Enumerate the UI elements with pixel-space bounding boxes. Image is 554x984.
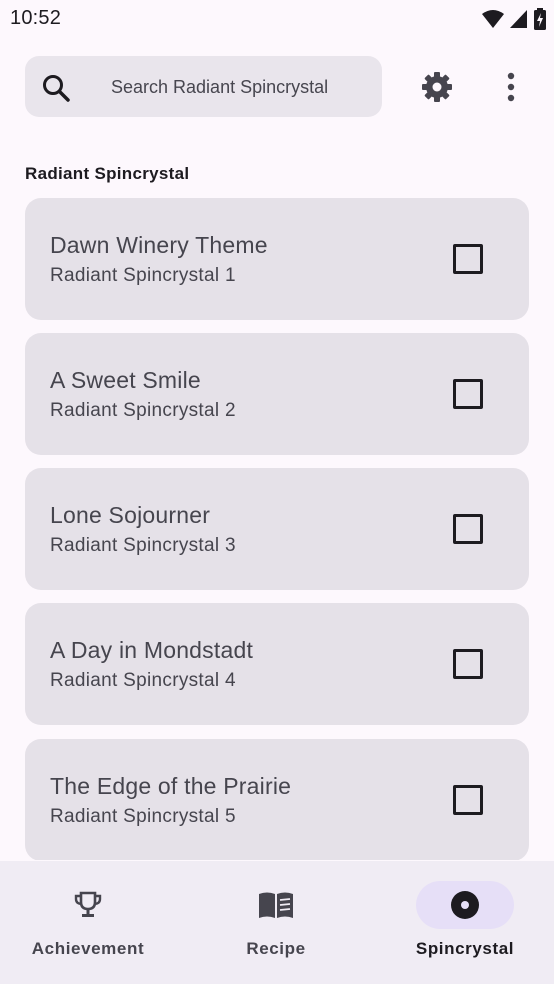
item-title: A Sweet Smile bbox=[50, 367, 201, 393]
signal-icon bbox=[510, 10, 527, 28]
item-title: Lone Sojourner bbox=[50, 502, 211, 528]
item-subtitle: Radiant Spincrystal 5 bbox=[50, 806, 236, 827]
list-item[interactable]: Dawn Winery Theme Radiant Spincrystal 1 bbox=[25, 198, 529, 320]
wifi-icon bbox=[482, 10, 504, 28]
book-icon bbox=[259, 892, 293, 918]
item-checkbox[interactable] bbox=[453, 514, 483, 544]
item-subtitle: Radiant Spincrystal 3 bbox=[50, 535, 236, 556]
search-icon bbox=[43, 75, 70, 102]
nav-icon-container bbox=[39, 881, 137, 929]
trophy-icon bbox=[74, 891, 102, 917]
list-item[interactable]: A Day in Mondstadt Radiant Spincrystal 4 bbox=[25, 603, 529, 725]
disc-icon bbox=[451, 891, 479, 919]
nav-tab-recipe[interactable]: Recipe bbox=[188, 861, 364, 984]
search-input[interactable] bbox=[111, 74, 371, 100]
app-screen: 10:52 Search Radiant Spincrystal Radiant… bbox=[0, 0, 554, 984]
nav-tab-achievement[interactable]: Achievement bbox=[0, 861, 176, 984]
gear-icon bbox=[422, 72, 452, 102]
nav-label-achievement: Achievement bbox=[31, 939, 145, 958]
status-bar: 10:52 bbox=[0, 0, 554, 38]
item-title: Dawn Winery Theme bbox=[50, 232, 268, 258]
settings-button[interactable] bbox=[417, 67, 457, 107]
item-subtitle: Radiant Spincrystal 4 bbox=[50, 670, 236, 691]
item-checkbox[interactable] bbox=[453, 785, 483, 815]
item-subtitle: Radiant Spincrystal 1 bbox=[50, 265, 236, 286]
nav-active-indicator bbox=[416, 881, 514, 929]
list-item[interactable]: Lone Sojourner Radiant Spincrystal 3 bbox=[25, 468, 529, 590]
list-item[interactable]: The Edge of the Prairie Radiant Spincrys… bbox=[25, 739, 529, 860]
more-options-button[interactable] bbox=[495, 67, 527, 107]
nav-label-spincrystal: Spincrystal bbox=[415, 939, 515, 958]
item-subtitle: Radiant Spincrystal 2 bbox=[50, 400, 236, 421]
section-title: Radiant Spincrystal bbox=[25, 164, 190, 183]
list-item[interactable]: A Sweet Smile Radiant Spincrystal 2 bbox=[25, 333, 529, 455]
battery-icon bbox=[534, 8, 546, 30]
bottom-navigation: Achievement Recipe Spincrystal bbox=[0, 861, 554, 984]
search-bar[interactable] bbox=[25, 56, 382, 117]
spincrystal-list[interactable]: Dawn Winery Theme Radiant Spincrystal 1 … bbox=[25, 198, 529, 860]
item-title: A Day in Mondstadt bbox=[50, 637, 254, 663]
item-checkbox[interactable] bbox=[453, 379, 483, 409]
status-icons bbox=[482, 8, 546, 30]
item-checkbox[interactable] bbox=[453, 244, 483, 274]
item-title: The Edge of the Prairie bbox=[50, 773, 292, 799]
nav-label-recipe: Recipe bbox=[246, 939, 306, 958]
nav-icon-container bbox=[227, 881, 325, 929]
item-checkbox[interactable] bbox=[453, 649, 483, 679]
more-vert-icon bbox=[507, 72, 515, 102]
status-time: 10:52 bbox=[10, 7, 62, 29]
nav-tab-spincrystal[interactable]: Spincrystal bbox=[377, 861, 553, 984]
